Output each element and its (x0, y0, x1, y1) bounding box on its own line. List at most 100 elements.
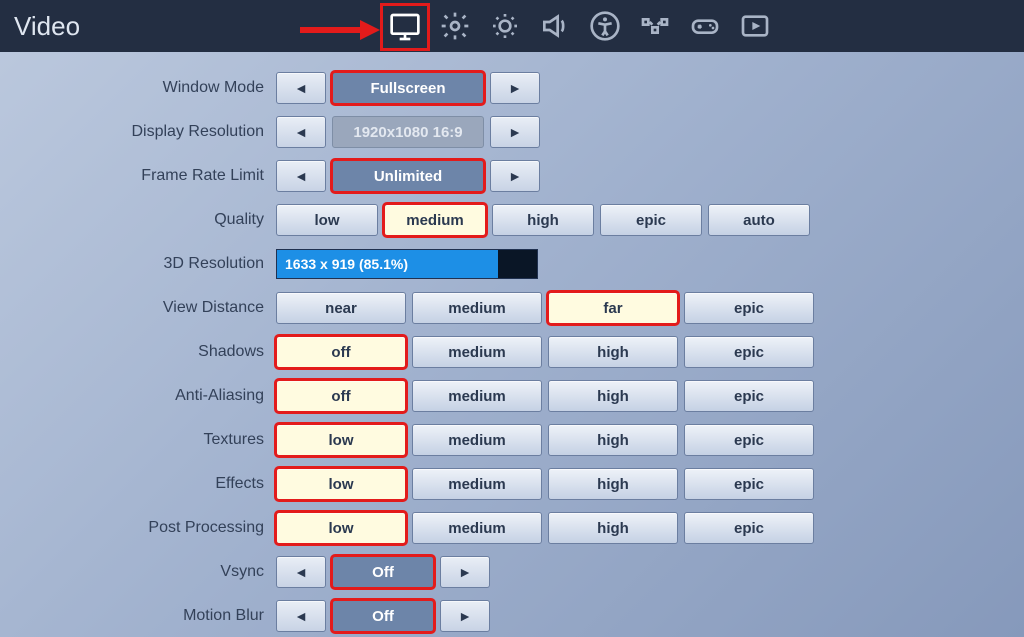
frame-limit-prev[interactable]: ◄ (276, 160, 326, 192)
row-effects: Effects lowmediumhighepic (0, 466, 1024, 502)
label-window-mode: Window Mode (0, 79, 276, 97)
shadows-options: offmediumhighepic (276, 336, 814, 368)
row-post-processing: Post Processing lowmediumhighepic (0, 510, 1024, 546)
frame-limit-value[interactable]: Unlimited (332, 160, 484, 192)
option-high[interactable]: high (548, 512, 678, 544)
row-motion-blur: Motion Blur ◄ Off ► (0, 598, 1024, 634)
option-low[interactable]: low (276, 468, 406, 500)
brightness-icon (489, 10, 521, 42)
speaker-icon (539, 10, 571, 42)
tab-video[interactable] (380, 3, 430, 51)
option-medium[interactable]: medium (412, 468, 542, 500)
option-high[interactable]: high (492, 204, 594, 236)
callout-arrow (300, 20, 380, 40)
option-epic[interactable]: epic (684, 512, 814, 544)
textures-options: lowmediumhighepic (276, 424, 814, 456)
option-low[interactable]: low (276, 424, 406, 456)
row-vsync: Vsync ◄ Off ► (0, 554, 1024, 590)
resolution-prev[interactable]: ◄ (276, 116, 326, 148)
window-mode-prev[interactable]: ◄ (276, 72, 326, 104)
option-far[interactable]: far (548, 292, 678, 324)
row-view-distance: View Distance nearmediumfarepic (0, 290, 1024, 326)
label-motion-blur: Motion Blur (0, 607, 276, 625)
label-vsync: Vsync (0, 563, 276, 581)
option-auto[interactable]: auto (708, 204, 810, 236)
vsync-value[interactable]: Off (332, 556, 434, 588)
gear-icon (439, 10, 471, 42)
motion-blur-prev[interactable]: ◄ (276, 600, 326, 632)
motion-blur-next[interactable]: ► (440, 600, 490, 632)
effects-options: lowmediumhighepic (276, 468, 814, 500)
option-epic[interactable]: epic (684, 380, 814, 412)
row-3d-resolution: 3D Resolution 1633 x 919 (85.1%) (0, 246, 1024, 282)
settings-tabs (380, 0, 780, 52)
option-high[interactable]: high (548, 468, 678, 500)
row-quality: Quality lowmediumhighepicauto (0, 202, 1024, 238)
tab-brightness[interactable] (480, 0, 530, 52)
label-quality: Quality (0, 211, 276, 229)
option-epic[interactable]: epic (684, 292, 814, 324)
label-anti-aliasing: Anti-Aliasing (0, 387, 276, 405)
frame-limit-next[interactable]: ► (490, 160, 540, 192)
option-epic[interactable]: epic (684, 424, 814, 456)
view-distance-options: nearmediumfarepic (276, 292, 814, 324)
settings-panel: Window Mode ◄ Fullscreen ► Display Resol… (0, 52, 1024, 637)
option-epic[interactable]: epic (684, 336, 814, 368)
option-high[interactable]: high (548, 424, 678, 456)
option-medium[interactable]: medium (412, 424, 542, 456)
controller-icon (689, 10, 721, 42)
option-off[interactable]: off (276, 336, 406, 368)
row-window-mode: Window Mode ◄ Fullscreen ► (0, 70, 1024, 106)
option-medium[interactable]: medium (412, 380, 542, 412)
tab-audio[interactable] (530, 0, 580, 52)
option-medium[interactable]: medium (412, 292, 542, 324)
label-3d-resolution: 3D Resolution (0, 255, 276, 273)
motion-blur-value[interactable]: Off (332, 600, 434, 632)
option-medium[interactable]: medium (412, 512, 542, 544)
resolution-value: 1920x1080 16:9 (332, 116, 484, 148)
label-shadows: Shadows (0, 343, 276, 361)
row-frame-rate-limit: Frame Rate Limit ◄ Unlimited ► (0, 158, 1024, 194)
post-processing-options: lowmediumhighepic (276, 512, 814, 544)
label-frame-rate-limit: Frame Rate Limit (0, 167, 276, 185)
option-off[interactable]: off (276, 380, 406, 412)
vsync-prev[interactable]: ◄ (276, 556, 326, 588)
option-epic[interactable]: epic (600, 204, 702, 236)
monitor-icon (389, 11, 421, 43)
option-low[interactable]: low (276, 512, 406, 544)
option-medium[interactable]: medium (412, 336, 542, 368)
option-medium[interactable]: medium (384, 204, 486, 236)
page-title: Video (14, 11, 80, 42)
quality-options: lowmediumhighepicauto (276, 204, 810, 236)
tab-accessibility[interactable] (580, 0, 630, 52)
header-bar: Video (0, 0, 1024, 52)
row-shadows: Shadows offmediumhighepic (0, 334, 1024, 370)
3d-resolution-slider[interactable]: 1633 x 919 (85.1%) (276, 249, 538, 279)
row-anti-aliasing: Anti-Aliasing offmediumhighepic (0, 378, 1024, 414)
anti-aliasing-options: offmediumhighepic (276, 380, 814, 412)
accessibility-icon (589, 10, 621, 42)
window-mode-next[interactable]: ► (490, 72, 540, 104)
row-textures: Textures lowmediumhighepic (0, 422, 1024, 458)
option-epic[interactable]: epic (684, 468, 814, 500)
row-display-resolution: Display Resolution ◄ 1920x1080 16:9 ► (0, 114, 1024, 150)
resolution-next[interactable]: ► (490, 116, 540, 148)
option-high[interactable]: high (548, 336, 678, 368)
tab-hud[interactable] (630, 0, 680, 52)
tab-replay[interactable] (730, 0, 780, 52)
3d-resolution-text: 1633 x 919 (85.1%) (285, 250, 408, 278)
label-display-resolution: Display Resolution (0, 123, 276, 141)
option-near[interactable]: near (276, 292, 406, 324)
option-low[interactable]: low (276, 204, 378, 236)
label-textures: Textures (0, 431, 276, 449)
tab-controller[interactable] (680, 0, 730, 52)
vsync-next[interactable]: ► (440, 556, 490, 588)
option-high[interactable]: high (548, 380, 678, 412)
window-mode-value[interactable]: Fullscreen (332, 72, 484, 104)
hud-icon (639, 10, 671, 42)
label-effects: Effects (0, 475, 276, 493)
label-post-processing: Post Processing (0, 519, 276, 537)
tab-game[interactable] (430, 0, 480, 52)
play-box-icon (739, 10, 771, 42)
label-view-distance: View Distance (0, 299, 276, 317)
